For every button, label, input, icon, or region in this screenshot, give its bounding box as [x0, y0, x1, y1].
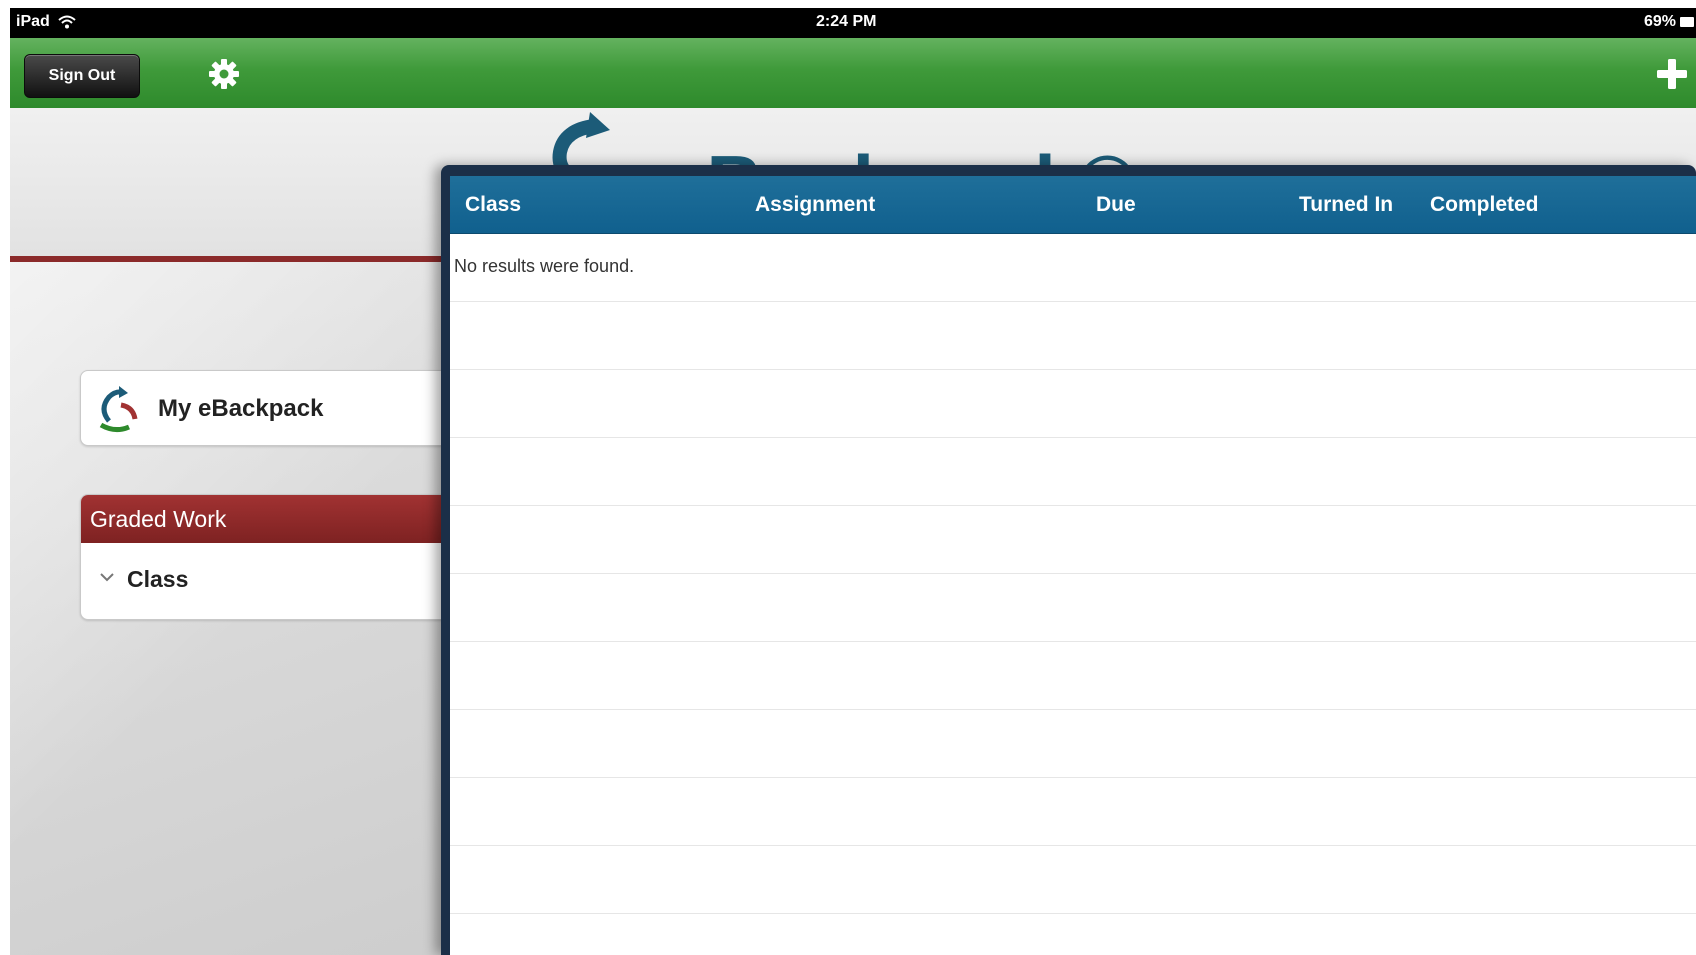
- graded-work-title: Graded Work: [90, 506, 227, 532]
- device-label: iPad: [16, 13, 50, 30]
- table-row: [450, 709, 1696, 778]
- ebackpack-swirl-icon: [99, 386, 138, 433]
- battery-percent: 69%: [1643, 13, 1676, 30]
- column-header-turned-in[interactable]: Turned In: [1299, 193, 1393, 217]
- moon-icon: [803, 16, 809, 28]
- status-right: 69%: [1644, 13, 1694, 31]
- table-row: [450, 301, 1696, 370]
- graded-work-card: Graded Work Class: [80, 494, 502, 620]
- class-filter-label: Class: [127, 566, 189, 592]
- column-header-due[interactable]: Due: [1096, 193, 1136, 217]
- add-icon[interactable]: [1654, 56, 1690, 92]
- assignments-panel: Class Assignment Due Turned In Completed…: [441, 165, 1696, 955]
- table-row: [450, 845, 1696, 914]
- table-row: [450, 641, 1696, 710]
- wifi-icon: [58, 15, 76, 29]
- class-filter-row[interactable]: Class: [81, 543, 501, 619]
- status-center: 2:24 PM: [800, 13, 876, 31]
- table-header: Class Assignment Due Turned In Completed: [450, 176, 1696, 234]
- graded-work-header: Graded Work: [81, 495, 501, 543]
- chevron-down-icon: [100, 573, 114, 582]
- my-ebackpack-label: My eBackpack: [158, 395, 324, 422]
- column-header-assignment[interactable]: Assignment: [755, 193, 875, 217]
- gear-icon[interactable]: [206, 56, 242, 92]
- top-toolbar: Sign Out: [10, 38, 1696, 109]
- battery-icon: [1680, 17, 1694, 27]
- status-bar: iPad 2:24 PM 69%: [10, 8, 1696, 38]
- table-row: [450, 573, 1696, 642]
- column-header-completed[interactable]: Completed: [1430, 193, 1539, 217]
- ipad-screen: iPad 2:24 PM 69% Sign Out My eBackpack G…: [10, 8, 1696, 955]
- table-row: [450, 369, 1696, 438]
- my-ebackpack-card[interactable]: My eBackpack: [80, 370, 502, 446]
- column-header-class[interactable]: Class: [465, 193, 521, 217]
- table-row: [450, 505, 1696, 574]
- assignments-table: Class Assignment Due Turned In Completed…: [450, 176, 1696, 955]
- no-results-message: No results were found.: [454, 256, 635, 276]
- sign-out-button[interactable]: Sign Out: [24, 54, 140, 98]
- table-row: [450, 777, 1696, 846]
- status-left: iPad: [16, 13, 76, 31]
- table-row: [450, 437, 1696, 506]
- clock-time: 2:24 PM: [816, 13, 877, 30]
- table-row: No results were found.: [450, 233, 1696, 302]
